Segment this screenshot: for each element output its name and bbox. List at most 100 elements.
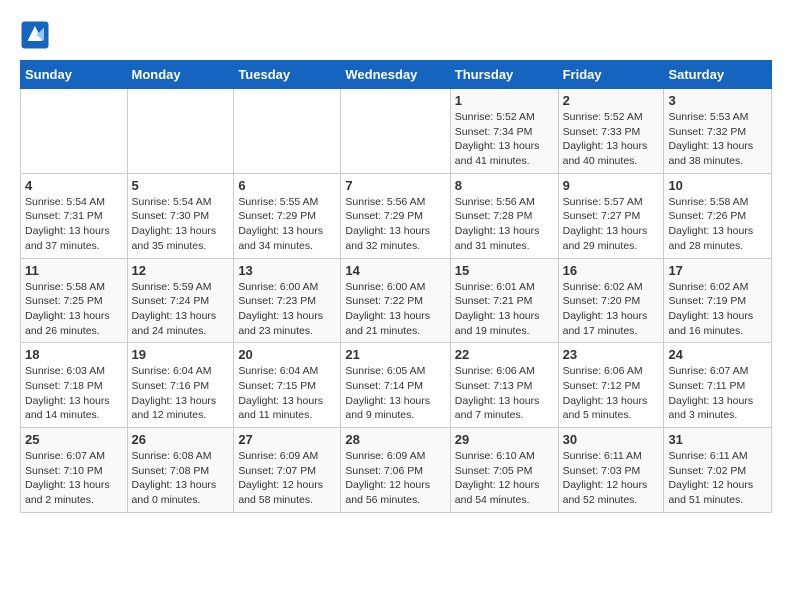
calendar-cell: 17Sunrise: 6:02 AM Sunset: 7:19 PM Dayli… [664,258,772,343]
header [20,20,772,50]
day-info: Sunrise: 6:10 AM Sunset: 7:05 PM Dayligh… [455,449,554,508]
calendar-cell: 27 Sunrise: 6:09 AM Sunset: 7:07 PM Dayli… [234,428,341,513]
calendar-cell: 29 Sunrise: 6:10 AM Sunset: 7:05 PM Dayli… [450,428,558,513]
day-info: Sunrise: 6:05 AM Sunset: 7:14 PM Dayligh… [345,364,445,423]
calendar-cell: 21 Sunrise: 6:05 AM Sunset: 7:14 PM Dayli… [341,343,450,428]
calendar-cell: 22 Sunrise: 6:06 AM Sunset: 7:13 PM Dayli… [450,343,558,428]
day-info: Sunrise: 6:06 AM Sunset: 7:13 PM Dayligh… [455,364,554,423]
day-number: 27 [238,432,336,447]
day-info: Sunrise: 5:52 AM Sunset: 7:34 PM Dayligh… [455,110,554,169]
day-number: 3 [668,93,767,108]
day-number: 19 [132,347,230,362]
calendar-cell: 16 Sunrise: 6:02 AM Sunset: 7:20 PM Dayli… [558,258,664,343]
day-info: Sunrise: 6:02 AM Sunset: 7:19 PM Dayligh… [668,280,767,339]
day-info: Sunrise: 6:00 AM Sunset: 7:22 PM Dayligh… [345,280,445,339]
week-row-1: 1 Sunrise: 5:52 AM Sunset: 7:34 PM Daylig… [21,89,772,174]
day-header-wednesday: Wednesday [341,61,450,89]
day-number: 1 [455,93,554,108]
day-number: 14 [345,263,445,278]
day-number: 8 [455,178,554,193]
day-number: 23 [563,347,660,362]
calendar-cell: 20 Sunrise: 6:04 AM Sunset: 7:15 PM Dayli… [234,343,341,428]
day-info: Sunrise: 6:09 AM Sunset: 7:07 PM Dayligh… [238,449,336,508]
day-number: 11 [25,263,123,278]
day-header-tuesday: Tuesday [234,61,341,89]
logo [20,20,54,50]
calendar-cell: 1 Sunrise: 5:52 AM Sunset: 7:34 PM Daylig… [450,89,558,174]
day-number: 4 [25,178,123,193]
day-info: Sunrise: 6:07 AM Sunset: 7:10 PM Dayligh… [25,449,123,508]
day-info: Sunrise: 6:11 AM Sunset: 7:02 PM Dayligh… [668,449,767,508]
day-info: Sunrise: 6:11 AM Sunset: 7:03 PM Dayligh… [563,449,660,508]
day-number: 13 [238,263,336,278]
day-info: Sunrise: 6:01 AM Sunset: 7:21 PM Dayligh… [455,280,554,339]
calendar-cell: 9 Sunrise: 5:57 AM Sunset: 7:27 PM Daylig… [558,173,664,258]
calendar-cell: 26 Sunrise: 6:08 AM Sunset: 7:08 PM Dayli… [127,428,234,513]
day-number: 7 [345,178,445,193]
day-info: Sunrise: 6:07 AM Sunset: 7:11 PM Dayligh… [668,364,767,423]
day-number: 28 [345,432,445,447]
day-number: 6 [238,178,336,193]
day-info: Sunrise: 5:56 AM Sunset: 7:28 PM Dayligh… [455,195,554,254]
calendar-cell: 4 Sunrise: 5:54 AM Sunset: 7:31 PM Daylig… [21,173,128,258]
calendar-cell: 24 Sunrise: 6:07 AM Sunset: 7:11 PM Dayli… [664,343,772,428]
calendar-cell: 10 Sunrise: 5:58 AM Sunset: 7:26 PM Dayli… [664,173,772,258]
day-number: 29 [455,432,554,447]
day-number: 31 [668,432,767,447]
calendar-cell: 23 Sunrise: 6:06 AM Sunset: 7:12 PM Dayli… [558,343,664,428]
day-number: 5 [132,178,230,193]
day-info: Sunrise: 5:52 AM Sunset: 7:33 PM Dayligh… [563,110,660,169]
day-info: Sunrise: 6:08 AM Sunset: 7:08 PM Dayligh… [132,449,230,508]
day-number: 26 [132,432,230,447]
day-number: 2 [563,93,660,108]
day-number: 18 [25,347,123,362]
calendar-cell: 12Sunrise: 5:59 AM Sunset: 7:24 PM Dayli… [127,258,234,343]
week-row-4: 18 Sunrise: 6:03 AM Sunset: 7:18 PM Dayli… [21,343,772,428]
calendar-cell [234,89,341,174]
day-info: Sunrise: 5:59 AM Sunset: 7:24 PM Dayligh… [132,280,230,339]
day-number: 15 [455,263,554,278]
day-info: Sunrise: 5:53 AM Sunset: 7:32 PM Dayligh… [668,110,767,169]
day-info: Sunrise: 5:57 AM Sunset: 7:27 PM Dayligh… [563,195,660,254]
calendar-cell: 11 Sunrise: 5:58 AM Sunset: 7:25 PM Dayli… [21,258,128,343]
day-number: 9 [563,178,660,193]
calendar-cell: 3 Sunrise: 5:53 AM Sunset: 7:32 PM Daylig… [664,89,772,174]
day-number: 20 [238,347,336,362]
day-info: Sunrise: 5:55 AM Sunset: 7:29 PM Dayligh… [238,195,336,254]
calendar-cell: 28 Sunrise: 6:09 AM Sunset: 7:06 PM Dayli… [341,428,450,513]
day-number: 21 [345,347,445,362]
calendar-cell: 2 Sunrise: 5:52 AM Sunset: 7:33 PM Daylig… [558,89,664,174]
day-info: Sunrise: 6:03 AM Sunset: 7:18 PM Dayligh… [25,364,123,423]
day-info: Sunrise: 5:54 AM Sunset: 7:30 PM Dayligh… [132,195,230,254]
day-header-friday: Friday [558,61,664,89]
day-number: 16 [563,263,660,278]
week-row-2: 4 Sunrise: 5:54 AM Sunset: 7:31 PM Daylig… [21,173,772,258]
calendar-cell [127,89,234,174]
day-info: Sunrise: 6:06 AM Sunset: 7:12 PM Dayligh… [563,364,660,423]
day-number: 24 [668,347,767,362]
day-info: Sunrise: 6:00 AM Sunset: 7:23 PM Dayligh… [238,280,336,339]
day-info: Sunrise: 6:04 AM Sunset: 7:15 PM Dayligh… [238,364,336,423]
day-info: Sunrise: 5:58 AM Sunset: 7:26 PM Dayligh… [668,195,767,254]
calendar-cell: 31 Sunrise: 6:11 AM Sunset: 7:02 PM Dayli… [664,428,772,513]
day-info: Sunrise: 6:02 AM Sunset: 7:20 PM Dayligh… [563,280,660,339]
day-header-sunday: Sunday [21,61,128,89]
calendar-cell: 19 Sunrise: 6:04 AM Sunset: 7:16 PM Dayli… [127,343,234,428]
day-info: Sunrise: 5:54 AM Sunset: 7:31 PM Dayligh… [25,195,123,254]
day-number: 10 [668,178,767,193]
calendar-cell: 7 Sunrise: 5:56 AM Sunset: 7:29 PM Daylig… [341,173,450,258]
day-info: Sunrise: 6:09 AM Sunset: 7:06 PM Dayligh… [345,449,445,508]
day-header-thursday: Thursday [450,61,558,89]
week-row-3: 11 Sunrise: 5:58 AM Sunset: 7:25 PM Dayli… [21,258,772,343]
day-number: 25 [25,432,123,447]
calendar-cell [341,89,450,174]
calendar-cell: 8 Sunrise: 5:56 AM Sunset: 7:28 PM Daylig… [450,173,558,258]
week-row-5: 25 Sunrise: 6:07 AM Sunset: 7:10 PM Dayli… [21,428,772,513]
calendar-cell: 5 Sunrise: 5:54 AM Sunset: 7:30 PM Daylig… [127,173,234,258]
calendar-cell: 6 Sunrise: 5:55 AM Sunset: 7:29 PM Daylig… [234,173,341,258]
day-number: 22 [455,347,554,362]
calendar-cell: 18 Sunrise: 6:03 AM Sunset: 7:18 PM Dayli… [21,343,128,428]
day-info: Sunrise: 6:04 AM Sunset: 7:16 PM Dayligh… [132,364,230,423]
day-info: Sunrise: 5:58 AM Sunset: 7:25 PM Dayligh… [25,280,123,339]
day-info: Sunrise: 5:56 AM Sunset: 7:29 PM Dayligh… [345,195,445,254]
